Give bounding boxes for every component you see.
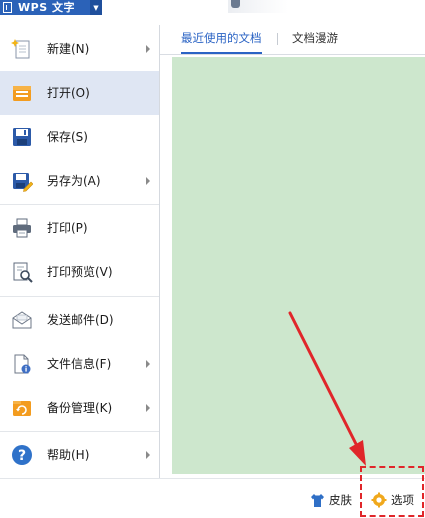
save-as-icon (13, 173, 33, 192)
bottom-bar: 皮肤 选项 (0, 478, 425, 518)
recent-documents-panel[interactable] (172, 57, 425, 474)
open-folder-icon (13, 86, 31, 101)
menu-item-save-as[interactable]: 另存为(A) (0, 159, 159, 203)
file-info-icon (14, 354, 31, 374)
options-label: 选项 (391, 493, 414, 507)
tab-document-roaming[interactable]: 文档漫游 (292, 25, 338, 54)
menu-item-help[interactable]: ? 帮助(H) (0, 433, 159, 477)
menu-item-label: 备份管理(K) (47, 401, 113, 415)
file-menu: 新建(N) 打开(O) 保存(S) 另存为(A) 打印(P) 打印预览(V) 发… (0, 25, 160, 478)
save-disk-icon (13, 128, 31, 146)
menu-item-backup[interactable]: 备份管理(K) (0, 386, 159, 430)
app-title: WPS 文字 (18, 1, 75, 14)
menu-item-label: 保存(S) (47, 130, 88, 144)
chevron-right-icon (146, 404, 150, 412)
menu-item-label: 另存为(A) (47, 174, 101, 188)
tshirt-icon (311, 493, 324, 507)
chevron-right-icon (146, 360, 150, 368)
document-tabs: 最近使用的文档 文档漫游 (160, 25, 425, 55)
quick-access-icon[interactable] (231, 0, 240, 8)
chevron-down-icon[interactable]: ▼ (90, 0, 102, 15)
backup-icon (13, 401, 31, 416)
menu-item-label: 打印预览(V) (47, 265, 113, 279)
tab-recent-documents[interactable]: 最近使用的文档 (181, 25, 262, 54)
menu-item-print-preview[interactable]: 打印预览(V) (0, 250, 159, 294)
menu-divider (0, 431, 159, 432)
svg-text:?: ? (18, 448, 26, 464)
print-preview-icon (13, 262, 33, 283)
chevron-right-icon (146, 177, 150, 185)
menu-item-print[interactable]: 打印(P) (0, 206, 159, 250)
menu-item-label: 帮助(H) (47, 448, 90, 462)
envelope-icon (12, 311, 32, 329)
skin-button[interactable]: 皮肤 (310, 491, 352, 509)
new-document-icon (11, 39, 30, 59)
tab-divider (277, 33, 278, 45)
menu-item-label: 打印(P) (47, 221, 88, 235)
menu-item-label: 文件信息(F) (47, 357, 112, 371)
wps-logo-icon (3, 2, 12, 13)
wps-app-menu-button[interactable]: WPS 文字 ▼ (0, 0, 102, 15)
menu-item-save[interactable]: 保存(S) (0, 115, 159, 159)
menu-item-send-email[interactable]: 发送邮件(D) (0, 298, 159, 342)
menu-item-new[interactable]: 新建(N) (0, 27, 159, 71)
menu-item-file-info[interactable]: 文件信息(F) (0, 342, 159, 386)
menu-item-open[interactable]: 打开(O) (0, 71, 159, 115)
wps-file-menu-window: WPS 文字 ▼ 新建(N) 打开(O) 保存(S) 另存为(A) 打印(P) … (0, 0, 425, 518)
menu-item-label: 新建(N) (47, 42, 90, 56)
gear-icon (371, 492, 387, 508)
options-button[interactable]: 选项 (371, 491, 414, 509)
menu-divider (0, 296, 159, 297)
chevron-right-icon (146, 45, 150, 53)
menu-item-label: 打开(O) (47, 86, 90, 100)
help-icon: ? (12, 445, 32, 465)
menu-item-label: 发送邮件(D) (47, 313, 114, 327)
skin-label: 皮肤 (329, 493, 352, 507)
chevron-right-icon (146, 451, 150, 459)
printer-icon (13, 218, 31, 238)
menu-divider (0, 204, 159, 205)
title-bar: WPS 文字 ▼ (0, 0, 425, 15)
